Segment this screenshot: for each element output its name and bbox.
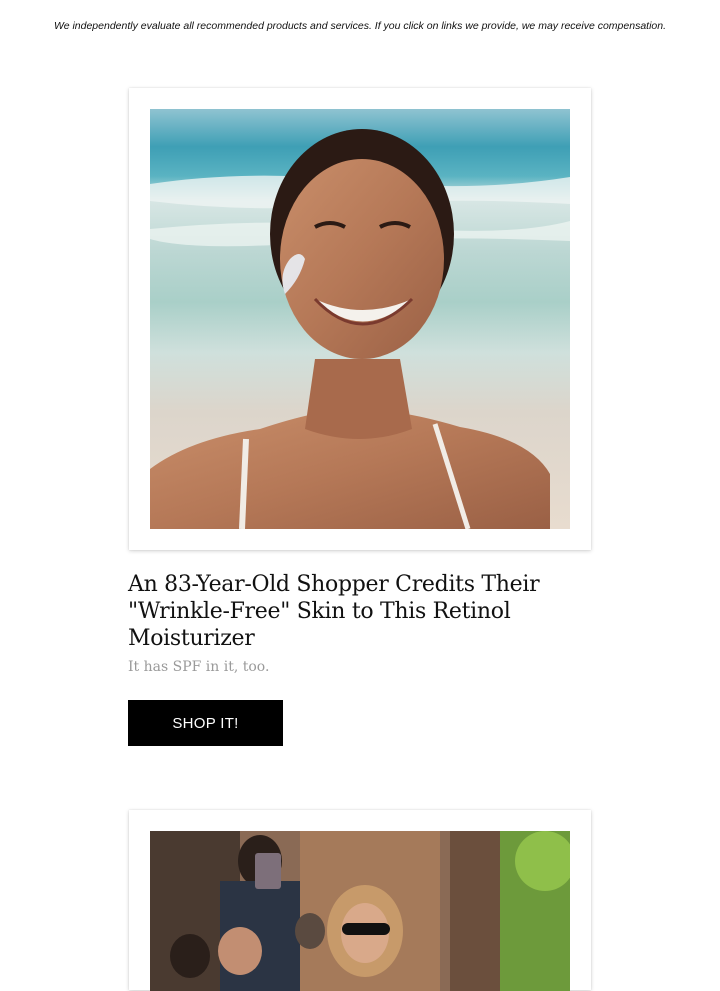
article-subhead: It has SPF in it, too. bbox=[128, 659, 270, 675]
article-image-card[interactable] bbox=[129, 88, 591, 550]
street-paparazzi-image[interactable] bbox=[150, 831, 570, 991]
article-headline[interactable]: An 83-Year-Old Shopper Credits Their "Wr… bbox=[128, 571, 598, 652]
article-image-card[interactable] bbox=[129, 810, 591, 991]
affiliate-disclaimer: We independently evaluate all recommende… bbox=[53, 20, 667, 32]
beach-portrait-image[interactable] bbox=[150, 109, 570, 529]
shop-it-button[interactable]: SHOP IT! bbox=[128, 700, 283, 746]
